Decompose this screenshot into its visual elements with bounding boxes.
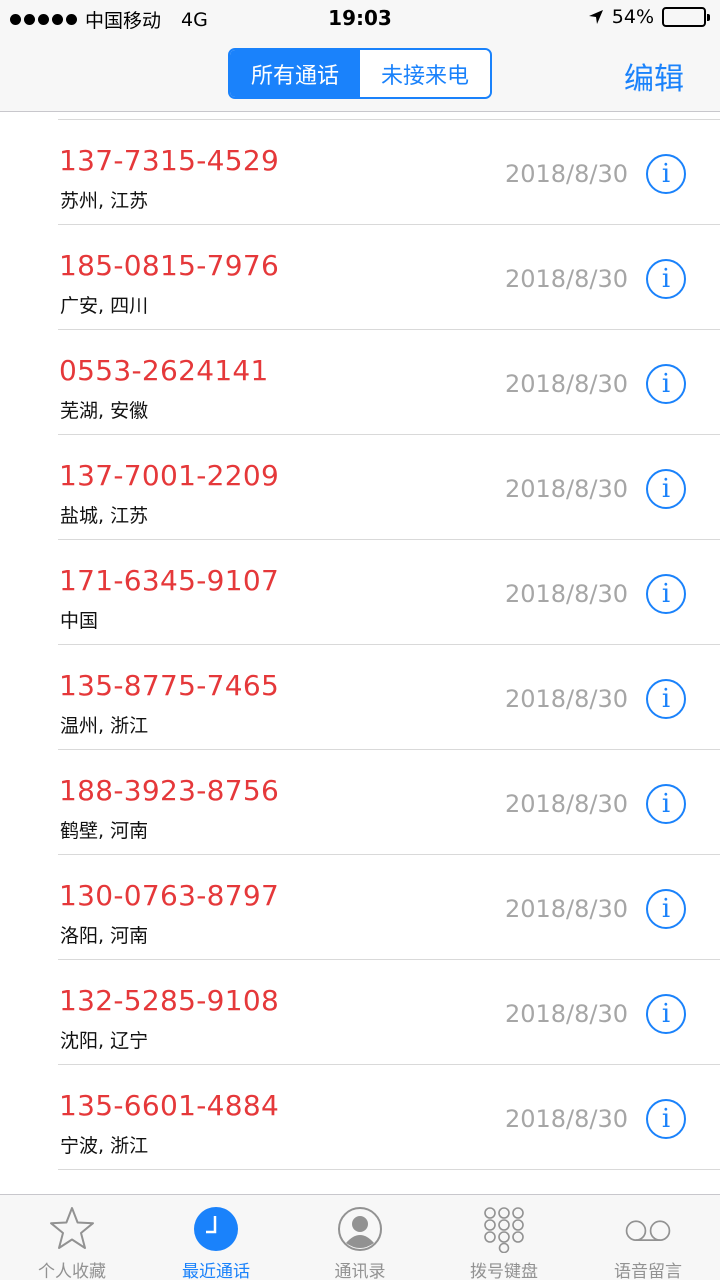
tab-label: 语音留言: [614, 1262, 682, 1280]
info-icon[interactable]: i: [646, 784, 686, 824]
call-date: 2018/8/30: [504, 370, 628, 398]
call-number: 0553-2624141: [59, 354, 269, 387]
call-row[interactable]: 130-0763-8797 洛阳, 河南 2018/8/30 i: [0, 855, 720, 960]
tab-recents[interactable]: 最近通话: [144, 1195, 288, 1280]
call-number: 135-6601-4884: [59, 1089, 280, 1122]
call-row[interactable]: 188-3923-8756 鹤壁, 河南 2018/8/30 i: [0, 750, 720, 855]
call-date: 2018/8/30: [504, 580, 628, 608]
status-right: 54%: [588, 6, 710, 28]
tab-label: 个人收藏: [38, 1262, 106, 1280]
keypad-icon: [480, 1205, 528, 1253]
star-icon: [48, 1205, 96, 1253]
call-location: 中国: [60, 610, 99, 632]
call-row[interactable]: 171-6345-9107 中国 2018/8/30 i: [0, 540, 720, 645]
info-icon[interactable]: i: [646, 889, 686, 929]
tab-voicemail[interactable]: 语音留言: [576, 1195, 720, 1280]
voicemail-icon: [624, 1205, 672, 1253]
call-filter-segmented-control: 所有通话 未接来电: [228, 48, 492, 99]
info-icon[interactable]: i: [646, 154, 686, 194]
tab-label: 拨号键盘: [470, 1262, 538, 1280]
nav-bar: 所有通话 未接来电 编辑: [0, 38, 720, 112]
tab-keypad[interactable]: 拨号键盘: [432, 1195, 576, 1280]
location-arrow-icon: [588, 10, 603, 24]
call-date: 2018/8/30: [504, 1105, 628, 1133]
segment-all-calls[interactable]: 所有通话: [230, 50, 360, 97]
info-icon[interactable]: i: [646, 469, 686, 509]
tab-label: 最近通话: [182, 1262, 250, 1280]
call-number: 171-6345-9107: [59, 564, 280, 597]
info-icon[interactable]: i: [646, 679, 686, 719]
tab-label: 通讯录: [334, 1262, 386, 1280]
call-date: 2018/8/30: [504, 685, 628, 713]
info-icon[interactable]: i: [646, 259, 686, 299]
call-number: 137-7315-4529: [59, 144, 280, 177]
tab-favorites[interactable]: 个人收藏: [0, 1195, 144, 1280]
call-number: 132-5285-9108: [59, 984, 280, 1017]
tab-contacts[interactable]: 通讯录: [288, 1195, 432, 1280]
call-location: 芜湖, 安徽: [60, 400, 149, 422]
call-row[interactable]: 185-0815-7976 广安, 四川 2018/8/30 i: [0, 225, 720, 330]
call-date: 2018/8/30: [504, 265, 628, 293]
call-location: 沈阳, 辽宁: [60, 1030, 149, 1052]
recent-calls-list[interactable]: 137-7315-4529 苏州, 江苏 2018/8/30 i 185-081…: [0, 112, 720, 1194]
info-icon[interactable]: i: [646, 994, 686, 1034]
call-date: 2018/8/30: [504, 160, 628, 188]
info-icon[interactable]: i: [646, 364, 686, 404]
call-date: 2018/8/30: [504, 1000, 628, 1028]
call-number: 137-7001-2209: [59, 459, 280, 492]
call-location: 苏州, 江苏: [60, 190, 149, 212]
call-number: 188-3923-8756: [59, 774, 280, 807]
status-bar: 中国移动 4G 19:03 54%: [0, 0, 720, 38]
contacts-icon: [336, 1205, 384, 1253]
call-location: 温州, 浙江: [60, 715, 149, 737]
call-location: 洛阳, 河南: [60, 925, 149, 947]
call-row[interactable]: 0553-2624141 芜湖, 安徽 2018/8/30 i: [0, 330, 720, 435]
call-row[interactable]: 137-7001-2209 盐城, 江苏 2018/8/30 i: [0, 435, 720, 540]
call-row[interactable]: 135-6601-4884 宁波, 浙江 2018/8/30 i: [0, 1065, 720, 1170]
edit-button[interactable]: 编辑: [624, 54, 684, 98]
call-location: 盐城, 江苏: [60, 505, 149, 527]
call-location: 广安, 四川: [60, 295, 149, 317]
info-icon[interactable]: i: [646, 1099, 686, 1139]
call-date: 2018/8/30: [504, 790, 628, 818]
call-location: 鹤壁, 河南: [60, 820, 149, 842]
call-location: 宁波, 浙江: [60, 1135, 149, 1157]
call-date: 2018/8/30: [504, 895, 628, 923]
call-row[interactable]: 137-7315-4529 苏州, 江苏 2018/8/30 i: [0, 120, 720, 225]
call-number: 135-8775-7465: [59, 669, 280, 702]
call-date: 2018/8/30: [504, 475, 628, 503]
call-number: 185-0815-7976: [59, 249, 280, 282]
info-icon[interactable]: i: [646, 574, 686, 614]
battery-percent: 54%: [611, 6, 654, 28]
call-number: 130-0763-8797: [59, 879, 280, 912]
battery-icon: [662, 7, 710, 27]
call-row[interactable]: 132-5285-9108 沈阳, 辽宁 2018/8/30 i: [0, 960, 720, 1065]
tab-bar: 个人收藏 最近通话 通讯录 拨号键盘 语音留言: [0, 1194, 720, 1280]
call-row[interactable]: 135-8775-7465 温州, 浙江 2018/8/30 i: [0, 645, 720, 750]
segment-missed-calls[interactable]: 未接来电: [360, 50, 490, 97]
clock-icon: [192, 1205, 240, 1253]
